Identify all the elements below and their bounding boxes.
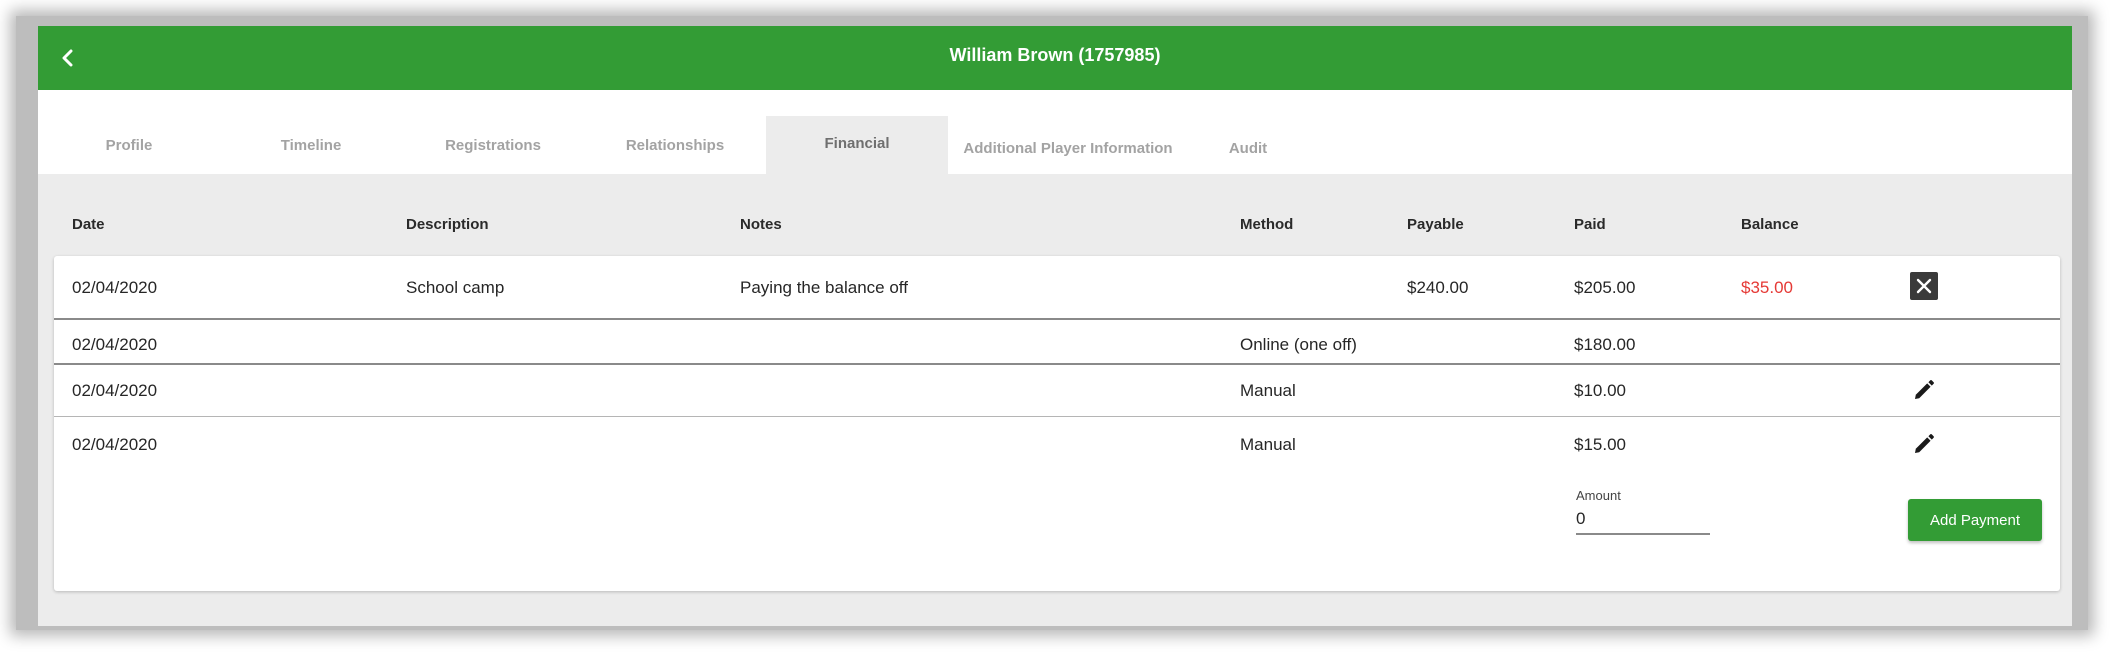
cell-method: Manual [1240,435,1296,454]
player-window: William Brown (1757985) Profile Timeline… [38,26,2072,626]
row-divider [54,416,2060,417]
cell-date: 02/04/2020 [72,278,158,297]
tab-bar: Profile Timeline Registrations Relations… [38,90,2072,174]
row-divider [54,363,2060,365]
amount-field-group: Amount [1576,488,1710,535]
financial-card: 02/04/2020 School camp Paying the balanc… [54,256,2060,591]
cell-paid: $10.00 [1574,381,1626,400]
cell-date: 02/04/2020 [72,335,158,354]
column-header-payable: Payable [1407,216,1464,233]
cell-date: 02/04/2020 [72,381,158,400]
app-header: William Brown (1757985) [38,26,2072,90]
close-icon [1916,278,1932,294]
edit-payment-button[interactable] [1910,376,1938,404]
tab-profile[interactable]: Profile [38,118,220,174]
column-header-notes: Notes [740,216,782,233]
cell-payable: $240.00 [1407,278,1469,297]
cell-paid: $180.00 [1574,335,1636,354]
tab-financial[interactable]: Financial [766,116,948,174]
cell-date: 02/04/2020 [72,435,158,454]
column-header-balance: Balance [1741,216,1799,233]
tab-additional-player-information[interactable]: Additional Player Information [948,118,1188,174]
amount-input[interactable] [1576,507,1710,535]
page-title: William Brown (1757985) [949,45,1161,65]
column-header-paid: Paid [1574,216,1606,233]
edit-icon [1915,380,1934,399]
cell-paid: $15.00 [1574,435,1626,454]
row-divider [54,318,2060,320]
remove-charge-button[interactable] [1910,272,1938,300]
add-payment-button[interactable]: Add Payment [1908,499,2042,541]
column-header-method: Method [1240,216,1294,233]
cell-paid: $205.00 [1574,278,1636,297]
cell-method: Online (one off) [1240,335,1357,354]
edit-icon [1915,434,1934,453]
amount-label: Amount [1576,488,1621,503]
cell-description: School camp [406,278,505,297]
cell-balance: $35.00 [1741,278,1793,297]
column-header-description: Description [406,216,489,233]
column-header-date: Date [72,216,105,233]
cell-method: Manual [1240,381,1296,400]
tab-audit[interactable]: Audit [1188,118,1308,174]
edit-payment-button[interactable] [1910,430,1938,458]
tab-relationships[interactable]: Relationships [584,118,766,174]
tab-timeline[interactable]: Timeline [220,118,402,174]
tab-registrations[interactable]: Registrations [402,118,584,174]
cell-notes: Paying the balance off [740,278,908,297]
